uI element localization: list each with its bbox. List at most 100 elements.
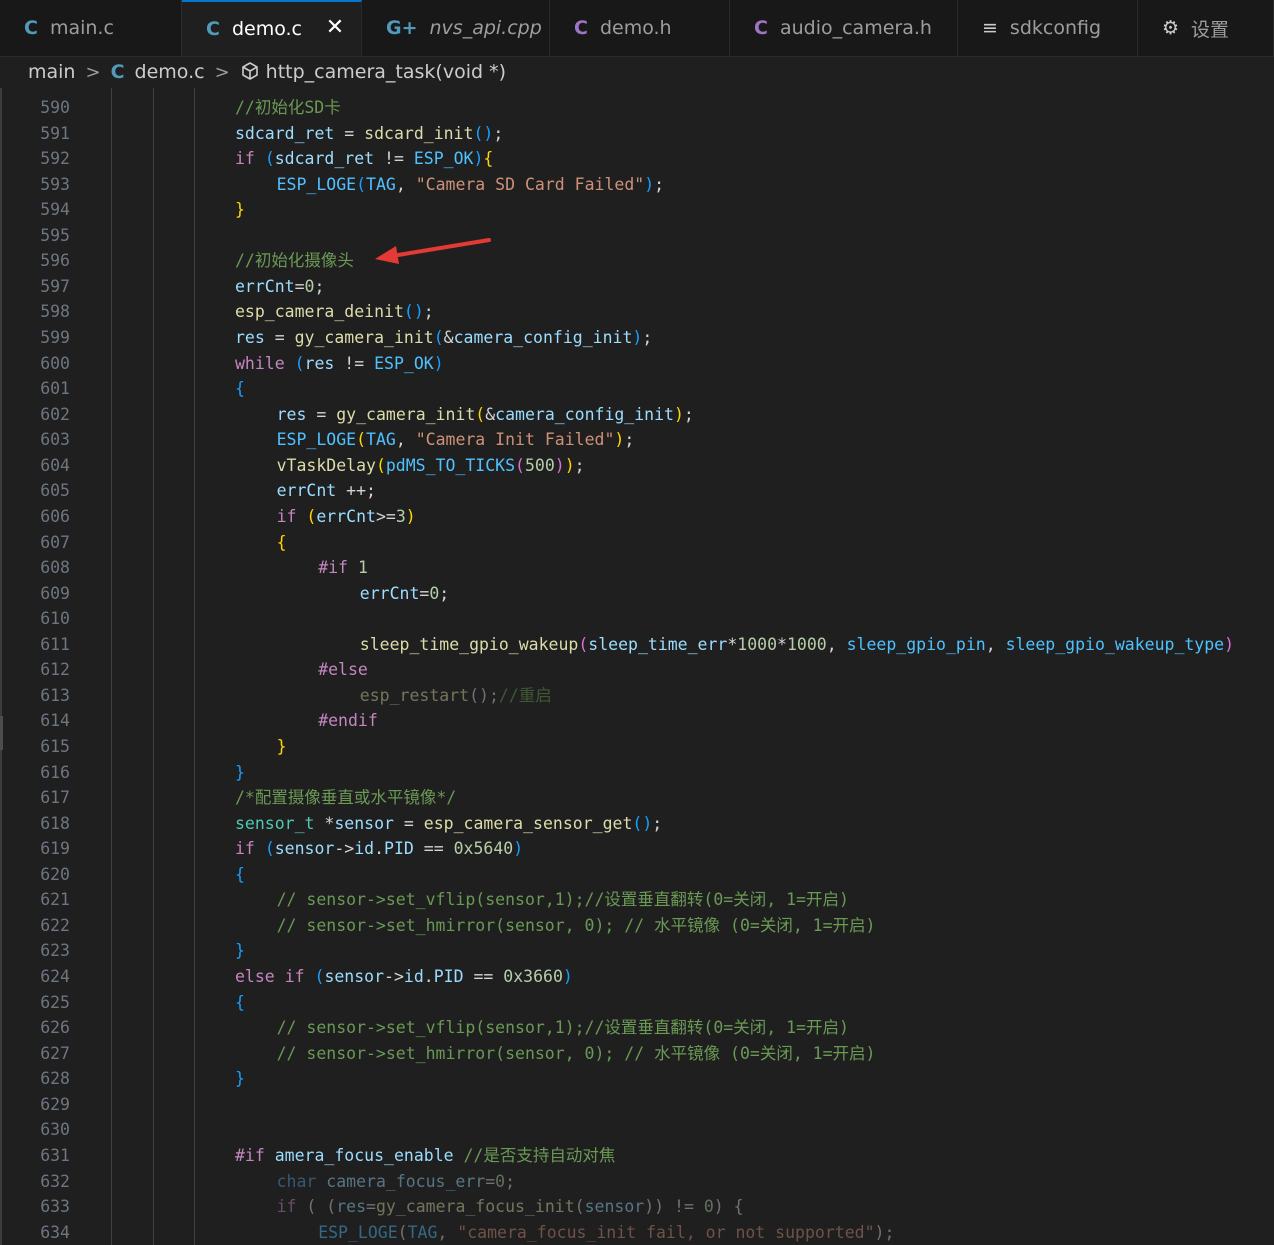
code-line[interactable]: 604 vTaskDelay(pdMS_TO_TICKS(500)); — [0, 453, 1274, 479]
code-line[interactable]: 633 if ( (res=gy_camera_focus_init(sensor… — [0, 1194, 1274, 1220]
code-line[interactable]: 624 else if (sensor->id.PID == 0x3660) — [0, 964, 1274, 990]
method-cube-icon — [240, 61, 260, 83]
tab-demo-h[interactable]: Cdemo.h — [550, 0, 730, 56]
code-line[interactable]: 607 { — [0, 530, 1274, 556]
code-text: sdcard_ret = sdcard_init(); — [235, 123, 504, 143]
code-text: #if amera_focus_enable //是否支持自动对焦 — [235, 1145, 616, 1165]
code-line[interactable]: 628} — [0, 1066, 1274, 1092]
line-number: 617 — [40, 788, 70, 808]
code-line[interactable]: 626 // sensor->set_vflip(sensor,1);//设置垂直… — [0, 1015, 1274, 1041]
line-number: 603 — [40, 430, 70, 450]
line-number: 622 — [40, 915, 70, 935]
code-line[interactable]: 634 ESP_LOGE(TAG, "camera_focus_init fail… — [0, 1220, 1274, 1245]
line-number: 630 — [40, 1120, 70, 1140]
code-line[interactable]: 600 while (res != ESP_OK) — [0, 351, 1274, 377]
tab-settings[interactable]: ⚙ 设置 — [1138, 0, 1274, 56]
tab-demo-c[interactable]: Cdemo.c ✕ — [182, 0, 362, 56]
code-line[interactable]: 621 // sensor->set_vflip(sensor,1);//设置垂直… — [0, 887, 1274, 913]
code-line[interactable]: 597 errCnt=0; — [0, 274, 1274, 300]
code-text: if (sdcard_ret != ESP_OK){ — [235, 149, 494, 169]
code-text: esp_restart();//重启 — [359, 685, 552, 705]
code-line[interactable]: 596 //初始化摄像头 — [0, 248, 1274, 274]
code-line[interactable]: 619 if (sensor->id.PID == 0x5640) — [0, 836, 1274, 862]
line-number: 598 — [40, 302, 70, 322]
code-line[interactable]: 616} — [0, 760, 1274, 786]
tab-main-c[interactable]: Cmain.c — [0, 0, 182, 56]
h-file-icon: C — [574, 17, 588, 39]
code-line[interactable]: 595 — [0, 223, 1274, 249]
code-line[interactable]: 601 { — [0, 376, 1274, 402]
code-line[interactable]: 615} — [0, 734, 1274, 760]
breadcrumb: main > C demo.c > http_camera_task(void … — [0, 57, 1274, 87]
code-line[interactable]: 611 sleep_time_gpio_wakeup(sleep_time_err… — [0, 632, 1274, 658]
code-line[interactable]: 598 esp_camera_deinit(); — [0, 299, 1274, 325]
code-line[interactable]: 622 // sensor->set_hmirror(sensor, 0); //… — [0, 913, 1274, 939]
tab-label: nvs_api.cpp — [429, 17, 542, 39]
code-text: #else — [318, 660, 368, 680]
code-line[interactable]: 617 /*配置摄像垂直或水平镜像*/ — [0, 785, 1274, 811]
line-number: 605 — [40, 481, 70, 501]
code-line[interactable]: 608 #if 1 — [0, 555, 1274, 581]
code-text: esp_camera_deinit(); — [235, 302, 434, 322]
code-line[interactable]: 625 { — [0, 990, 1274, 1016]
tab-audio-camera-h[interactable]: Caudio_camera.h — [730, 0, 958, 56]
code-line[interactable]: 610 — [0, 606, 1274, 632]
tab-label: 设置 — [1191, 18, 1230, 41]
line-number: 610 — [40, 609, 70, 629]
tab-sdkconfig[interactable]: ≡ sdkconfig — [958, 0, 1138, 56]
code-text: } — [235, 762, 245, 782]
code-editor[interactable]: 590 //初始化SD卡 591 sdcard_ret = sdcard_init()… — [0, 88, 1274, 1245]
code-text: sleep_time_gpio_wakeup(sleep_time_err*10… — [359, 634, 1235, 654]
code-line[interactable]: 593 ESP_LOGE(TAG, "Camera SD Card Failed"… — [0, 172, 1274, 198]
code-line[interactable]: 632 char camera_focus_err=0; — [0, 1169, 1274, 1195]
code-line[interactable]: 591 sdcard_ret = sdcard_init(); — [0, 121, 1274, 147]
line-number: 597 — [40, 276, 70, 296]
tab-nvs-api-cpp[interactable]: G+ nvs_api.cpp — [362, 0, 550, 56]
code-line[interactable]: 627 // sensor->set_hmirror(sensor, 0); //… — [0, 1041, 1274, 1067]
code-text: } — [235, 1069, 245, 1089]
code-text: res = gy_camera_init(&camera_config_init… — [235, 328, 653, 348]
code-text: //初始化摄像头 — [235, 251, 354, 271]
line-number: 593 — [40, 174, 70, 194]
breadcrumb-folder[interactable]: main — [28, 61, 75, 83]
code-line[interactable]: 603 ESP_LOGE(TAG, "Camera Init Failed"); — [0, 427, 1274, 453]
tab-label: audio_camera.h — [779, 17, 932, 39]
code-line[interactable]: 605 errCnt ++; — [0, 478, 1274, 504]
breadcrumb-file[interactable]: demo.c — [135, 61, 205, 83]
code-line[interactable]: 594} — [0, 197, 1274, 223]
code-text: while (res != ESP_OK) — [235, 353, 444, 373]
code-text: #if 1 — [318, 558, 368, 578]
code-line[interactable]: 592 if (sdcard_ret != ESP_OK){ — [0, 146, 1274, 172]
code-line[interactable]: 618 sensor_t *sensor = esp_camera_sensor_… — [0, 811, 1274, 837]
code-line[interactable]: 606 if (errCnt>=3) — [0, 504, 1274, 530]
tab-label: demo.c — [231, 18, 302, 40]
code-text: else if (sensor->id.PID == 0x3660) — [235, 967, 573, 987]
code-text: /*配置摄像垂直或水平镜像*/ — [235, 788, 457, 808]
editor-tab-bar: Cmain.c Cdemo.c ✕ G+ nvs_api.cpp Cdemo.h Caudi… — [0, 0, 1274, 57]
code-line[interactable]: 629 — [0, 1092, 1274, 1118]
code-line[interactable]: 599 res = gy_camera_init(&camera_config_i… — [0, 325, 1274, 351]
line-number: 612 — [40, 660, 70, 680]
code-line[interactable]: 631 #if amera_focus_enable //是否支持自动对焦 — [0, 1143, 1274, 1169]
code-line[interactable]: 612 #else — [0, 657, 1274, 683]
line-number: 627 — [40, 1043, 70, 1063]
code-line[interactable]: 630 — [0, 1117, 1274, 1143]
code-line[interactable]: 602 res = gy_camera_init(&camera_config_i… — [0, 402, 1274, 428]
code-text: vTaskDelay(pdMS_TO_TICKS(500)); — [276, 455, 585, 475]
line-number: 615 — [40, 737, 70, 756]
breadcrumb-symbol[interactable]: http_camera_task(void *) — [266, 61, 506, 83]
code-text: // sensor->set_vflip(sensor,1);//设置垂直翻转(… — [276, 1018, 849, 1038]
chevron-right-icon: > — [85, 61, 101, 83]
code-text: // sensor->set_hmirror(sensor, 0); // 水平… — [276, 1043, 876, 1063]
code-line[interactable]: 609 errCnt=0; — [0, 581, 1274, 607]
settings-icon: ⚙ — [1162, 17, 1180, 39]
code-line[interactable]: 614 #endif — [0, 708, 1274, 734]
line-number: 594 — [40, 200, 70, 220]
code-line[interactable]: 613 esp_restart();//重启 — [0, 683, 1274, 709]
cpp-file-icon: G+ — [386, 17, 418, 39]
close-icon[interactable]: ✕ — [323, 16, 347, 40]
code-line[interactable]: 623} — [0, 938, 1274, 964]
code-line[interactable]: 620 { — [0, 862, 1274, 888]
line-number: 591 — [40, 123, 70, 143]
code-line[interactable]: 590 //初始化SD卡 — [0, 95, 1274, 121]
